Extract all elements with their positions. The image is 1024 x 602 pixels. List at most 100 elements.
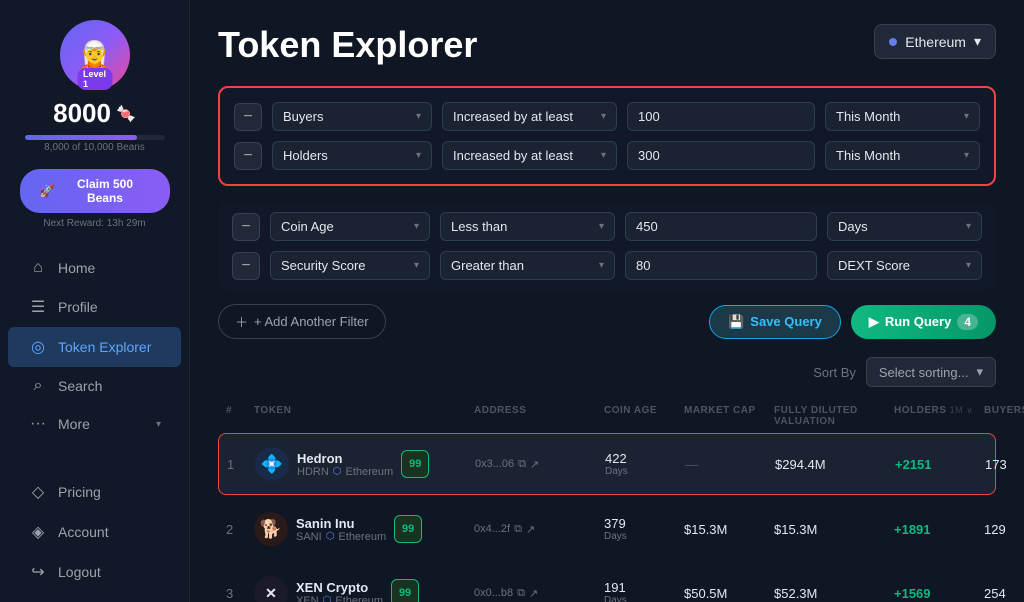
filter-condition-3[interactable]: Less than ▾ bbox=[440, 212, 615, 241]
col-market-cap: MARKET CAP bbox=[684, 405, 774, 427]
table-row[interactable]: 3 ✕ XEN Crypto XEN ⬡ Ethereum 99 0x0...b… bbox=[218, 563, 996, 602]
coin-age-cell: 422 Days bbox=[605, 451, 685, 477]
more-icon: ··· bbox=[28, 415, 48, 433]
sidebar-item-token-explorer[interactable]: ◎ Token Explorer bbox=[8, 327, 181, 367]
sidebar-item-label: Account bbox=[58, 524, 109, 540]
sidebar-item-label: Search bbox=[58, 378, 102, 394]
filter-period-label: Days bbox=[838, 219, 868, 234]
address-cell: 0x4...2f ⧉ ↗ bbox=[474, 523, 604, 536]
sidebar-item-label: Logout bbox=[58, 564, 101, 580]
table-row[interactable]: 2 🐕 Sanin Inu SANI ⬡ Ethereum 99 0x4...2… bbox=[218, 499, 996, 559]
run-label: Run Query bbox=[885, 314, 951, 329]
filter-field-1[interactable]: Buyers ▾ bbox=[272, 102, 432, 131]
filter-period-4[interactable]: DEXT Score ▾ bbox=[827, 251, 982, 280]
save-label: Save Query bbox=[750, 314, 822, 329]
chevron-icon: ▾ bbox=[966, 260, 971, 271]
sidebar-item-home[interactable]: ⌂ Home bbox=[8, 249, 181, 287]
candy-icon: 🍬 bbox=[116, 104, 136, 124]
copy-icon[interactable]: ⧉ bbox=[517, 587, 525, 600]
claim-beans-button[interactable]: 🚀 Claim 500 Beans bbox=[20, 169, 170, 213]
filters-actions: ＋ + Add Another Filter 💾 Save Query ▶ Ru… bbox=[218, 304, 996, 339]
filter-remove-4[interactable]: − bbox=[232, 252, 260, 280]
token-ticker: SANI ⬡ Ethereum bbox=[296, 531, 386, 543]
sidebar-item-pricing[interactable]: ◇ Pricing bbox=[8, 472, 181, 512]
filter-value-2[interactable]: 300 bbox=[627, 141, 815, 170]
filter-field-4[interactable]: Security Score ▾ bbox=[270, 251, 430, 280]
results-table: # TOKEN ADDRESS COIN AGE MARKET CAP FULL… bbox=[218, 399, 996, 602]
sort-placeholder: Select sorting... bbox=[879, 365, 969, 380]
pricing-icon: ◇ bbox=[28, 482, 48, 502]
sidebar-item-label: Token Explorer bbox=[58, 339, 151, 355]
table-row[interactable]: 1 💠 Hedron HDRN ⬡ Ethereum 99 0x3...06 ⧉… bbox=[218, 433, 996, 495]
sort-row: Sort By Select sorting... ▾ bbox=[218, 357, 996, 387]
sort-by-label: Sort By bbox=[813, 365, 856, 380]
copy-icon[interactable]: ⧉ bbox=[514, 523, 522, 536]
eth-icon: ⬡ bbox=[323, 595, 332, 602]
fdv-cell: $294.4M bbox=[775, 457, 895, 472]
sidebar-item-search[interactable]: ⌕ Search bbox=[8, 367, 181, 405]
filter-value-3[interactable]: 450 bbox=[625, 212, 817, 241]
sidebar-item-more[interactable]: ··· More ▾ bbox=[8, 405, 181, 443]
filter-period-1[interactable]: This Month ▾ bbox=[825, 102, 980, 131]
chevron-icon: ▾ bbox=[416, 111, 421, 122]
coin-age-cell: 191 Days bbox=[604, 580, 684, 602]
filter-value-4[interactable]: 80 bbox=[625, 251, 817, 280]
claim-label: Claim 500 Beans bbox=[60, 177, 149, 205]
filter-field-2[interactable]: Holders ▾ bbox=[272, 141, 432, 170]
token-name: Sanin Inu bbox=[296, 516, 386, 531]
col-fdv: FULLY DILUTED VALUATION bbox=[774, 405, 894, 427]
filter-row-1: − Buyers ▾ Increased by at least ▾ 100 T… bbox=[234, 102, 980, 131]
external-link-icon[interactable]: ↗ bbox=[526, 523, 535, 536]
security-badge: 99 bbox=[401, 450, 429, 478]
filter-row-2: − Holders ▾ Increased by at least ▾ 300 … bbox=[234, 141, 980, 170]
col-coin-age: COIN AGE bbox=[604, 405, 684, 427]
filter-remove-3[interactable]: − bbox=[232, 213, 260, 241]
filter-period-label: This Month bbox=[836, 148, 900, 163]
filter-field-3[interactable]: Coin Age ▾ bbox=[270, 212, 430, 241]
network-selector[interactable]: Ethereum ▾ bbox=[874, 24, 996, 59]
fdv-cell: $52.3M bbox=[774, 586, 894, 601]
col-token: TOKEN bbox=[254, 405, 474, 427]
sidebar-item-profile[interactable]: ☰ Profile bbox=[8, 287, 181, 327]
logout-icon: ↪ bbox=[28, 562, 48, 582]
filter-field-label: Coin Age bbox=[281, 219, 334, 234]
filter-value-label: 450 bbox=[636, 219, 658, 234]
filter-value-label: 300 bbox=[638, 148, 660, 163]
home-icon: ⌂ bbox=[28, 259, 48, 277]
sidebar-item-logout[interactable]: ↪ Logout bbox=[8, 552, 181, 592]
add-filter-button[interactable]: ＋ + Add Another Filter bbox=[218, 304, 386, 339]
filter-field-label: Holders bbox=[283, 148, 328, 163]
beans-progress: 8,000 of 10,000 Beans bbox=[25, 135, 165, 153]
network-label: Ethereum bbox=[905, 34, 966, 50]
next-reward-label: Next Reward: 13h 29m bbox=[43, 218, 145, 229]
copy-icon[interactable]: ⧉ bbox=[518, 458, 526, 471]
market-cap-cell: — bbox=[685, 457, 775, 472]
sidebar-item-account[interactable]: ◈ Account bbox=[8, 512, 181, 552]
filter-period-2[interactable]: This Month ▾ bbox=[825, 141, 980, 170]
chevron-down-icon: ▾ bbox=[974, 33, 981, 50]
filter-value-1[interactable]: 100 bbox=[627, 102, 815, 131]
filter-condition-1[interactable]: Increased by at least ▾ bbox=[442, 102, 617, 131]
filter-period-3[interactable]: Days ▾ bbox=[827, 212, 982, 241]
ethereum-dot bbox=[889, 38, 897, 46]
sidebar-item-label: Pricing bbox=[58, 484, 101, 500]
row-number: 1 bbox=[227, 457, 255, 472]
external-link-icon[interactable]: ↗ bbox=[530, 458, 539, 471]
filter-remove-2[interactable]: − bbox=[234, 142, 262, 170]
col-holders: HOLDERS 1M ∨ bbox=[894, 405, 984, 427]
save-query-button[interactable]: 💾 Save Query bbox=[709, 305, 841, 339]
chevron-icon: ▾ bbox=[414, 260, 419, 271]
profile-icon: ☰ bbox=[28, 297, 48, 317]
sort-selector[interactable]: Select sorting... ▾ bbox=[866, 357, 996, 387]
row-number: 2 bbox=[226, 522, 254, 537]
market-cap-cell: $15.3M bbox=[684, 522, 774, 537]
add-filter-label: + Add Another Filter bbox=[254, 314, 369, 329]
col-address: ADDRESS bbox=[474, 405, 604, 427]
filter-condition-4[interactable]: Greater than ▾ bbox=[440, 251, 615, 280]
market-cap-cell: $50.5M bbox=[684, 586, 774, 601]
run-query-button[interactable]: ▶ Run Query 4 bbox=[851, 305, 996, 339]
nav-menu: ⌂ Home ☰ Profile ◎ Token Explorer ⌕ Sear… bbox=[0, 249, 189, 443]
external-link-icon[interactable]: ↗ bbox=[529, 587, 538, 600]
filter-remove-1[interactable]: − bbox=[234, 103, 262, 131]
filter-condition-2[interactable]: Increased by at least ▾ bbox=[442, 141, 617, 170]
